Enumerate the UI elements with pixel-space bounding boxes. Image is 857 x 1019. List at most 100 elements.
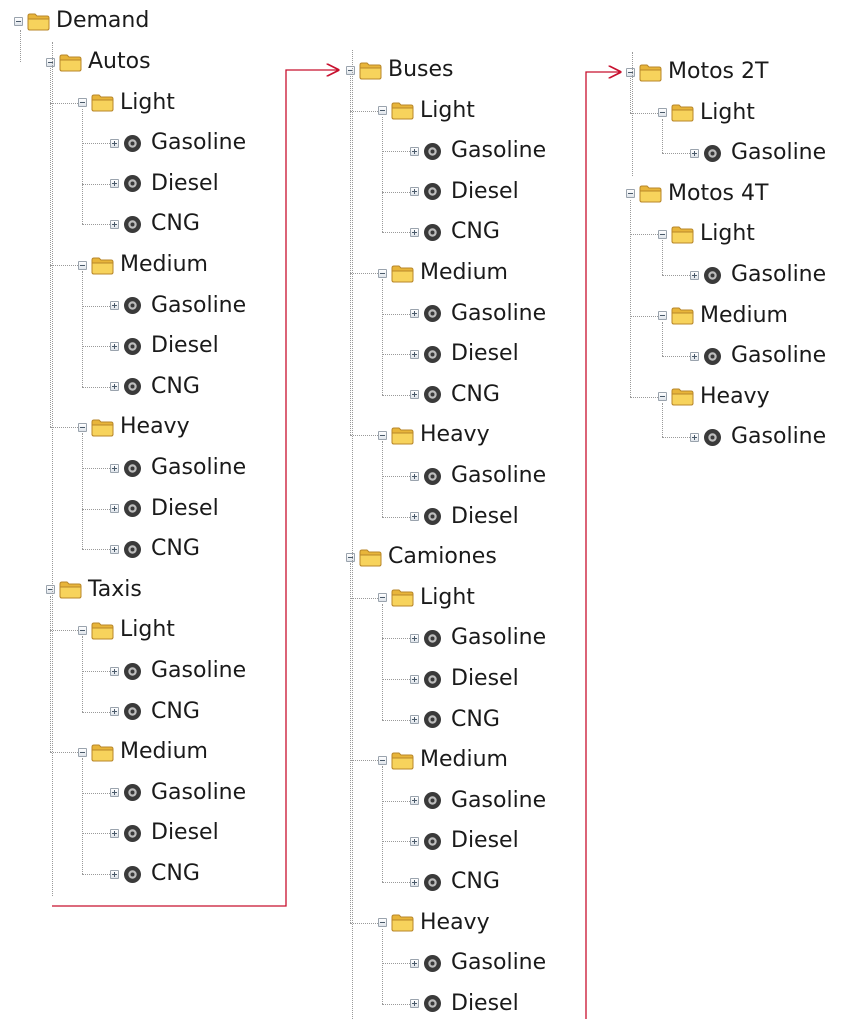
expand-plus-icon[interactable] <box>110 666 119 676</box>
tree-node-camiones-light-gasoline[interactable]: Gasoline <box>410 624 546 652</box>
tree-node-taxis-medium-cng[interactable]: CNG <box>110 860 200 888</box>
tree-node-motos-2t-light[interactable]: Light <box>658 99 755 127</box>
tree-node-camiones-heavy[interactable]: Heavy <box>378 909 490 937</box>
collapse-minus-icon[interactable] <box>658 311 667 321</box>
tree-node-buses[interactable]: Buses <box>346 56 454 84</box>
expand-plus-icon[interactable] <box>110 301 119 311</box>
tree-node-autos-light-gasoline[interactable]: Gasoline <box>110 129 246 157</box>
collapse-minus-icon[interactable] <box>658 108 667 118</box>
expand-plus-icon[interactable] <box>410 877 419 887</box>
collapse-minus-icon[interactable] <box>658 392 667 402</box>
tree-node-autos-medium[interactable]: Medium <box>78 251 208 279</box>
tree-node-motos-4t-light-gasoline[interactable]: Gasoline <box>690 261 826 289</box>
tree-node-autos-heavy-diesel[interactable]: Diesel <box>110 495 219 523</box>
expand-plus-icon[interactable] <box>110 544 119 554</box>
tree-node-taxis[interactable]: Taxis <box>46 576 142 604</box>
expand-plus-icon[interactable] <box>110 179 119 189</box>
expand-plus-icon[interactable] <box>410 187 419 197</box>
tree-node-motos-2t[interactable]: Motos 2T <box>626 58 768 86</box>
expand-plus-icon[interactable] <box>410 349 419 359</box>
expand-plus-icon[interactable] <box>110 138 119 148</box>
tree-node-buses-light-cng[interactable]: CNG <box>410 218 500 246</box>
tree-node-taxis-medium[interactable]: Medium <box>78 738 208 766</box>
expand-plus-icon[interactable] <box>410 309 419 319</box>
collapse-minus-icon[interactable] <box>78 422 87 432</box>
expand-plus-icon[interactable] <box>410 227 419 237</box>
tree-node-taxis-light[interactable]: Light <box>78 616 175 644</box>
tree-node-camiones[interactable]: Camiones <box>346 543 497 571</box>
tree-node-motos-4t-heavy-gasoline[interactable]: Gasoline <box>690 423 826 451</box>
tree-node-autos-heavy-cng[interactable]: CNG <box>110 535 200 563</box>
tree-node-autos-heavy-gasoline[interactable]: Gasoline <box>110 454 246 482</box>
expand-plus-icon[interactable] <box>110 828 119 838</box>
expand-plus-icon[interactable] <box>110 341 119 351</box>
collapse-minus-icon[interactable] <box>78 625 87 635</box>
collapse-minus-icon[interactable] <box>346 65 355 75</box>
tree-node-demand[interactable]: Demand <box>14 7 149 35</box>
expand-plus-icon[interactable] <box>110 707 119 717</box>
tree-node-autos-light[interactable]: Light <box>78 89 175 117</box>
expand-plus-icon[interactable] <box>110 788 119 798</box>
collapse-minus-icon[interactable] <box>378 430 387 440</box>
tree-node-camiones-medium-diesel[interactable]: Diesel <box>410 827 519 855</box>
expand-plus-icon[interactable] <box>690 351 699 361</box>
tree-node-taxis-medium-gasoline[interactable]: Gasoline <box>110 779 246 807</box>
tree-node-motos-4t-medium[interactable]: Medium <box>658 302 788 330</box>
expand-plus-icon[interactable] <box>690 270 699 280</box>
expand-plus-icon[interactable] <box>410 958 419 968</box>
collapse-minus-icon[interactable] <box>626 67 635 77</box>
tree-view[interactable]: Demand Autos Light Gasoline Diesel CNG Medium G… <box>0 0 857 1019</box>
tree-node-camiones-light-diesel[interactable]: Diesel <box>410 665 519 693</box>
expand-plus-icon[interactable] <box>410 512 419 522</box>
collapse-minus-icon[interactable] <box>78 747 87 757</box>
tree-node-buses-light-diesel[interactable]: Diesel <box>410 178 519 206</box>
tree-node-buses-medium-cng[interactable]: CNG <box>410 381 500 409</box>
tree-node-buses-medium-gasoline[interactable]: Gasoline <box>410 300 546 328</box>
tree-node-buses-heavy-gasoline[interactable]: Gasoline <box>410 462 546 490</box>
tree-node-camiones-medium-gasoline[interactable]: Gasoline <box>410 787 546 815</box>
collapse-minus-icon[interactable] <box>378 918 387 928</box>
expand-plus-icon[interactable] <box>410 471 419 481</box>
tree-node-motos-4t-heavy[interactable]: Heavy <box>658 383 770 411</box>
tree-node-autos-heavy[interactable]: Heavy <box>78 413 190 441</box>
expand-plus-icon[interactable] <box>110 504 119 514</box>
tree-node-autos-medium-gasoline[interactable]: Gasoline <box>110 292 246 320</box>
collapse-minus-icon[interactable] <box>658 229 667 239</box>
collapse-minus-icon[interactable] <box>346 552 355 562</box>
tree-node-taxis-light-cng[interactable]: CNG <box>110 698 200 726</box>
expand-plus-icon[interactable] <box>110 219 119 229</box>
tree-node-motos-4t[interactable]: Motos 4T <box>626 180 768 208</box>
tree-node-buses-light[interactable]: Light <box>378 97 475 125</box>
expand-plus-icon[interactable] <box>110 382 119 392</box>
tree-node-autos-medium-cng[interactable]: CNG <box>110 373 200 401</box>
expand-plus-icon[interactable] <box>410 146 419 156</box>
collapse-minus-icon[interactable] <box>46 585 55 595</box>
tree-node-autos[interactable]: Autos <box>46 48 151 76</box>
tree-node-camiones-light[interactable]: Light <box>378 584 475 612</box>
expand-plus-icon[interactable] <box>410 674 419 684</box>
tree-node-camiones-medium[interactable]: Medium <box>378 746 508 774</box>
expand-plus-icon[interactable] <box>410 715 419 725</box>
tree-node-buses-medium-diesel[interactable]: Diesel <box>410 340 519 368</box>
expand-plus-icon[interactable] <box>110 463 119 473</box>
expand-plus-icon[interactable] <box>410 390 419 400</box>
collapse-minus-icon[interactable] <box>78 98 87 108</box>
tree-node-autos-medium-diesel[interactable]: Diesel <box>110 332 219 360</box>
tree-node-autos-light-diesel[interactable]: Diesel <box>110 170 219 198</box>
collapse-minus-icon[interactable] <box>14 16 23 26</box>
expand-plus-icon[interactable] <box>110 869 119 879</box>
collapse-minus-icon[interactable] <box>378 755 387 765</box>
expand-plus-icon[interactable] <box>410 633 419 643</box>
tree-node-camiones-heavy-diesel[interactable]: Diesel <box>410 990 519 1018</box>
tree-node-camiones-heavy-gasoline[interactable]: Gasoline <box>410 949 546 977</box>
tree-node-buses-heavy-diesel[interactable]: Diesel <box>410 503 519 531</box>
expand-plus-icon[interactable] <box>690 148 699 158</box>
tree-node-buses-light-gasoline[interactable]: Gasoline <box>410 137 546 165</box>
collapse-minus-icon[interactable] <box>378 106 387 116</box>
collapse-minus-icon[interactable] <box>78 260 87 270</box>
collapse-minus-icon[interactable] <box>626 189 635 199</box>
tree-node-camiones-light-cng[interactable]: CNG <box>410 706 500 734</box>
expand-plus-icon[interactable] <box>690 432 699 442</box>
expand-plus-icon[interactable] <box>410 999 419 1009</box>
tree-node-autos-light-cng[interactable]: CNG <box>110 210 200 238</box>
